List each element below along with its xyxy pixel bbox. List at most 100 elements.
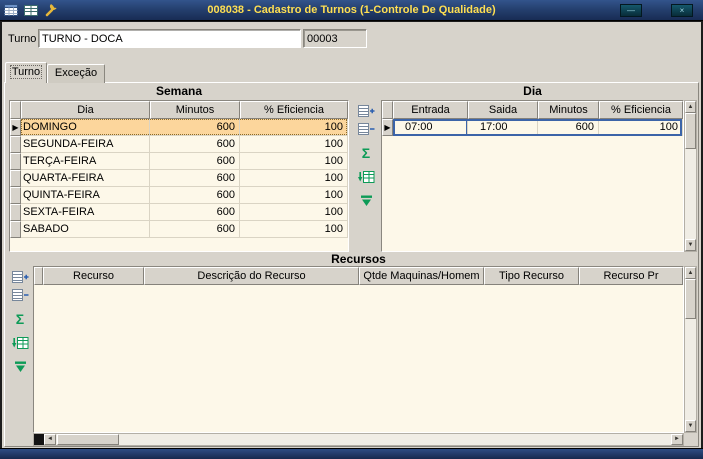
- recursos-header-row: Recurso Descrição do Recurso Qtde Maquin…: [34, 267, 683, 285]
- cell-minutos[interactable]: 600: [150, 204, 240, 221]
- table-row[interactable]: ▶ DOMINGO 600 100: [10, 119, 348, 136]
- cell-minutos[interactable]: 600: [150, 119, 240, 136]
- cell-eficiencia[interactable]: 100: [599, 119, 683, 136]
- indicator-column-header: [10, 101, 21, 119]
- delete-row-button[interactable]: [10, 286, 30, 303]
- cell-dia[interactable]: QUARTA-FEIRA: [21, 170, 150, 187]
- semana-header-row: Dia Minutos % Eficiencia: [10, 101, 348, 119]
- delete-row-icon: [357, 122, 374, 135]
- cell-dia[interactable]: SEGUNDA-FEIRA: [21, 136, 150, 153]
- row-indicator: ▶: [382, 119, 393, 136]
- table-row[interactable]: ▶ 07:00 17:00 600 100: [382, 119, 683, 136]
- column-header-saida[interactable]: Saida: [468, 101, 538, 119]
- cell-eficiencia[interactable]: 100: [240, 170, 348, 187]
- column-header-entrada[interactable]: Entrada: [393, 101, 468, 119]
- dia-grid: Entrada Saida Minutos % Eficiencia ▶ 07:…: [381, 100, 684, 252]
- cell-minutos[interactable]: 600: [150, 187, 240, 204]
- export-down-button[interactable]: [356, 192, 376, 209]
- scroll-right-button[interactable]: ►: [671, 434, 683, 445]
- column-header-dia[interactable]: Dia: [21, 101, 150, 119]
- scroll-left-button[interactable]: ◄: [44, 434, 56, 445]
- window-title: 008038 - Cadastro de Turnos (1-Controle …: [207, 4, 496, 16]
- cell-dia[interactable]: SEXTA-FEIRA: [21, 204, 150, 221]
- cell-eficiencia[interactable]: 100: [240, 119, 348, 136]
- table-row[interactable]: SABADO 600 100: [10, 221, 348, 238]
- export-down-button[interactable]: [10, 358, 30, 375]
- sum-button[interactable]: Σ: [356, 144, 376, 161]
- minimize-icon: —: [627, 6, 635, 15]
- dia-grid-toolbar: Σ: [353, 100, 379, 252]
- table-row[interactable]: TERÇA-FEIRA 600 100: [10, 153, 348, 170]
- column-header-recurso[interactable]: Recurso: [43, 267, 144, 285]
- scroll-down-button[interactable]: ▼: [685, 239, 696, 251]
- cell-dia[interactable]: SABADO: [21, 221, 150, 238]
- export-grid-button[interactable]: [10, 334, 30, 351]
- cell-eficiencia[interactable]: 100: [240, 153, 348, 170]
- column-header-recurso-pr[interactable]: Recurso Pr: [579, 267, 683, 285]
- hscroll-thumb[interactable]: [57, 434, 119, 445]
- minimize-button[interactable]: —: [620, 4, 642, 17]
- row-indicator: [10, 187, 21, 204]
- semana-title: Semana: [155, 84, 203, 98]
- scroll-down-button[interactable]: ▼: [685, 420, 696, 432]
- cell-eficiencia[interactable]: 100: [240, 136, 348, 153]
- turno-input[interactable]: TURNO - DOCA: [38, 29, 301, 48]
- cell-eficiencia[interactable]: 100: [240, 221, 348, 238]
- sigma-icon: Σ: [361, 144, 371, 161]
- turno-label: Turno: [8, 33, 37, 45]
- column-header-tipo[interactable]: Tipo Recurso: [484, 267, 579, 285]
- turno-code-input[interactable]: 00003: [303, 29, 367, 48]
- column-header-qtde[interactable]: Qtde Maquinas/Homem: [359, 267, 484, 285]
- cell-minutos[interactable]: 600: [150, 221, 240, 238]
- table-row[interactable]: SEGUNDA-FEIRA 600 100: [10, 136, 348, 153]
- recursos-vscrollbar[interactable]: ▲ ▼: [684, 266, 697, 433]
- export-grid-icon: [11, 336, 28, 349]
- column-header-eficiencia[interactable]: % Eficiencia: [599, 101, 683, 119]
- cell-eficiencia[interactable]: 100: [240, 204, 348, 221]
- insert-row-icon: [11, 270, 28, 283]
- recursos-hscrollbar[interactable]: ◄ ►: [33, 433, 684, 446]
- cell-minutos[interactable]: 600: [150, 170, 240, 187]
- insert-row-button[interactable]: [10, 268, 30, 285]
- tab-excecao[interactable]: Exceção: [47, 64, 105, 83]
- column-header-minutos[interactable]: Minutos: [538, 101, 599, 119]
- row-indicator: [10, 153, 21, 170]
- insert-row-icon: [357, 104, 374, 117]
- export-grid-button[interactable]: [356, 168, 376, 185]
- tab-turno[interactable]: Turno: [5, 62, 47, 83]
- cell-dia[interactable]: DOMINGO: [21, 119, 150, 136]
- column-header-eficiencia[interactable]: % Eficiencia: [240, 101, 348, 119]
- row-indicator: ▶: [10, 119, 21, 136]
- current-row-arrow-icon: ▶: [12, 123, 19, 132]
- cell-minutos[interactable]: 600: [150, 136, 240, 153]
- delete-row-button[interactable]: [356, 120, 376, 137]
- column-header-descricao[interactable]: Descrição do Recurso: [144, 267, 359, 285]
- left-arrow-icon: ◄: [47, 436, 53, 442]
- dia-vscrollbar[interactable]: ▲ ▼: [684, 100, 697, 252]
- down-arrow-icon: ▼: [687, 242, 694, 248]
- scroll-up-button[interactable]: ▲: [685, 101, 696, 113]
- scroll-corner-block: [34, 434, 44, 445]
- current-row-arrow-icon: ▶: [384, 123, 391, 132]
- cell-entrada[interactable]: 07:00: [393, 119, 468, 136]
- cell-dia[interactable]: TERÇA-FEIRA: [21, 153, 150, 170]
- column-header-minutos[interactable]: Minutos: [150, 101, 240, 119]
- cell-eficiencia[interactable]: 100: [240, 187, 348, 204]
- cell-saida[interactable]: 17:00: [468, 119, 538, 136]
- right-arrow-icon: ►: [674, 436, 680, 442]
- sum-button[interactable]: Σ: [10, 310, 30, 327]
- close-button[interactable]: ×: [671, 4, 693, 17]
- scroll-up-button[interactable]: ▲: [685, 267, 696, 279]
- sigma-icon: Σ: [15, 310, 25, 327]
- vscroll-thumb[interactable]: [685, 113, 696, 149]
- cell-minutos[interactable]: 600: [150, 153, 240, 170]
- insert-row-button[interactable]: [356, 102, 376, 119]
- vscroll-thumb[interactable]: [685, 279, 696, 319]
- app-window: 008038 - Cadastro de Turnos (1-Controle …: [0, 0, 703, 459]
- cell-dia[interactable]: QUINTA-FEIRA: [21, 187, 150, 204]
- table-row[interactable]: SEXTA-FEIRA 600 100: [10, 204, 348, 221]
- table-row[interactable]: QUINTA-FEIRA 600 100: [10, 187, 348, 204]
- cell-minutos[interactable]: 600: [538, 119, 599, 136]
- table-row[interactable]: QUARTA-FEIRA 600 100: [10, 170, 348, 187]
- titlebar: 008038 - Cadastro de Turnos (1-Controle …: [0, 0, 703, 21]
